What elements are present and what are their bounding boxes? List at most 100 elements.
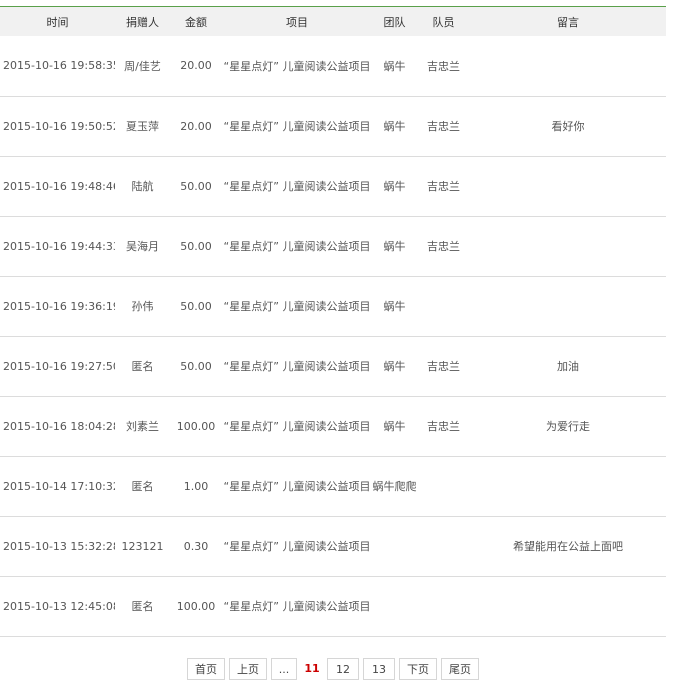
cell-member: 吉忠兰 [427,360,460,373]
cell-time: 2015-10-16 19:58:35 [3,59,115,73]
cell-member [417,456,470,516]
cell-project: “星星点灯” 儿童阅读公益项目 [223,480,371,493]
cell-team: 蜗牛 [383,420,406,433]
cell-team: 蜗牛 [383,180,406,193]
pagination-ellipsis[interactable]: ... [271,658,297,680]
cell-project: “星星点灯” 儿童阅读公益项目 [223,600,371,613]
cell-amount: 20.00 [180,59,212,73]
cell-project: “星星点灯” 儿童阅读公益项目 [223,120,371,133]
cell-time: 2015-10-16 18:04:28 [3,419,115,433]
cell-member: 吉忠兰 [427,120,460,133]
cell-project: “星星点灯” 儿童阅读公益项目 [223,360,371,373]
cell-amount: 20.00 [180,119,212,133]
cell-amount: 100.00 [176,599,216,613]
cell-member [417,516,470,576]
cell-team: 蜗牛 [383,59,406,73]
cell-time: 2015-10-13 12:45:08 [3,599,115,613]
header-amount: 金额 [185,15,207,29]
table-row: 2015-10-16 19:50:52 夏玉萍 20.00 “星星点灯” 儿童阅… [0,96,666,156]
header-member: 队员 [432,15,455,29]
header-message: 留言 [557,15,579,29]
page-12-button[interactable]: 12 [327,658,359,680]
cell-message: 为爱行走 [546,420,590,433]
cell-donor: 匿名 [131,600,154,613]
cell-amount: 50.00 [180,179,212,193]
cell-member [417,576,470,636]
table-row: 2015-10-13 15:32:28 123121 0.30 “星星点灯” 儿… [0,516,666,576]
cell-amount: 50.00 [180,299,212,313]
table-row: 2015-10-16 19:44:33 吴海月 50.00 “星星点灯” 儿童阅… [0,216,666,276]
cell-project: “星星点灯” 儿童阅读公益项目 [223,300,371,313]
cell-time: 2015-10-16 19:50:52 [3,119,115,133]
cell-amount: 0.30 [183,539,209,553]
header-donor: 捐赠人 [126,15,159,29]
cell-time: 2015-10-14 17:10:32 [3,479,115,493]
donation-table: 时间 捐赠人 金额 项目 团队 队员 留言 2015-10-16 19:58:3… [0,7,666,637]
cell-message: 看好你 [551,120,585,133]
pagination: 首页 上页 ... 11 12 13 下页 尾页 [0,658,666,682]
table-row: 2015-10-16 18:04:28 刘素兰 100.00 “星星点灯” 儿童… [0,396,666,456]
first-page-button[interactable]: 首页 [187,658,225,680]
cell-team: 蜗牛 [383,240,406,253]
prev-page-button[interactable]: 上页 [229,658,267,680]
cell-team: 蜗牛爬爬 [372,480,417,493]
donation-list-panel: 时间 捐赠人 金额 项目 团队 队员 留言 2015-10-16 19:58:3… [0,0,673,694]
cell-amount: 1.00 [183,479,209,493]
cell-member: 吉忠兰 [427,240,460,253]
cell-team: 蜗牛 [383,300,406,313]
cell-project: “星星点灯” 儿童阅读公益项目 [223,420,371,433]
cell-message [470,156,666,216]
cell-project: “星星点灯” 儿童阅读公益项目 [223,180,371,193]
cell-donor: 夏玉萍 [126,120,159,133]
cell-time: 2015-10-16 19:27:50 [3,359,115,373]
cell-donor: 匿名 [131,480,154,493]
cell-project: “星星点灯” 儿童阅读公益项目 [223,59,371,73]
cell-team [372,576,417,636]
table-header: 时间 捐赠人 金额 项目 团队 队员 留言 [0,7,666,36]
table-row: 2015-10-13 12:45:08 匿名 100.00 “星星点灯” 儿童阅… [0,576,666,636]
table-body: 2015-10-16 19:58:35 周/佳艺 20.00 “星星点灯” 儿童… [0,36,666,636]
cell-message [470,216,666,276]
cell-donor: 吴海月 [126,240,159,253]
cell-message [470,276,666,336]
table-row: 2015-10-16 19:58:35 周/佳艺 20.00 “星星点灯” 儿童… [0,36,666,96]
last-page-button[interactable]: 尾页 [441,658,479,680]
page-13-button[interactable]: 13 [363,658,395,680]
cell-team: 蜗牛 [383,360,406,373]
header-team: 团队 [383,15,406,29]
cell-amount: 50.00 [180,359,212,373]
cell-time: 2015-10-16 19:48:46 [3,179,115,193]
cell-message: 加油 [557,360,579,373]
table-row: 2015-10-16 19:36:19 孙伟 50.00 “星星点灯” 儿童阅读… [0,276,666,336]
cell-amount: 100.00 [176,419,216,433]
cell-donor: 匿名 [131,360,154,373]
cell-time: 2015-10-16 19:44:33 [3,239,115,253]
header-project: 项目 [286,15,308,29]
cell-team [372,516,417,576]
table-row: 2015-10-16 19:27:50 匿名 50.00 “星星点灯” 儿童阅读… [0,336,666,396]
cell-time: 2015-10-13 15:32:28 [3,539,115,553]
cell-donor: 陆航 [131,180,154,193]
table-row: 2015-10-14 17:10:32 匿名 1.00 “星星点灯” 儿童阅读公… [0,456,666,516]
cell-message [470,456,666,516]
cell-message [470,576,666,636]
cell-team: 蜗牛 [383,120,406,133]
cell-project: “星星点灯” 儿童阅读公益项目 [223,540,371,553]
cell-member: 吉忠兰 [427,420,460,433]
cell-donor: 刘素兰 [126,420,159,433]
cell-amount: 50.00 [180,239,212,253]
cell-message [470,36,666,96]
cell-donor: 123121 [121,539,164,553]
cell-time: 2015-10-16 19:36:19 [3,299,115,313]
cell-donor: 孙伟 [131,300,154,313]
next-page-button[interactable]: 下页 [399,658,437,680]
cell-member [417,276,470,336]
current-page-indicator: 11 [301,658,323,680]
header-time: 时间 [46,15,69,29]
table-header-row: 时间 捐赠人 金额 项目 团队 队员 留言 [0,7,666,36]
table-row: 2015-10-16 19:48:46 陆航 50.00 “星星点灯” 儿童阅读… [0,156,666,216]
cell-member: 吉忠兰 [427,180,460,193]
cell-member: 吉忠兰 [427,59,460,73]
cell-project: “星星点灯” 儿童阅读公益项目 [223,240,371,253]
cell-donor: 周/佳艺 [124,59,161,73]
